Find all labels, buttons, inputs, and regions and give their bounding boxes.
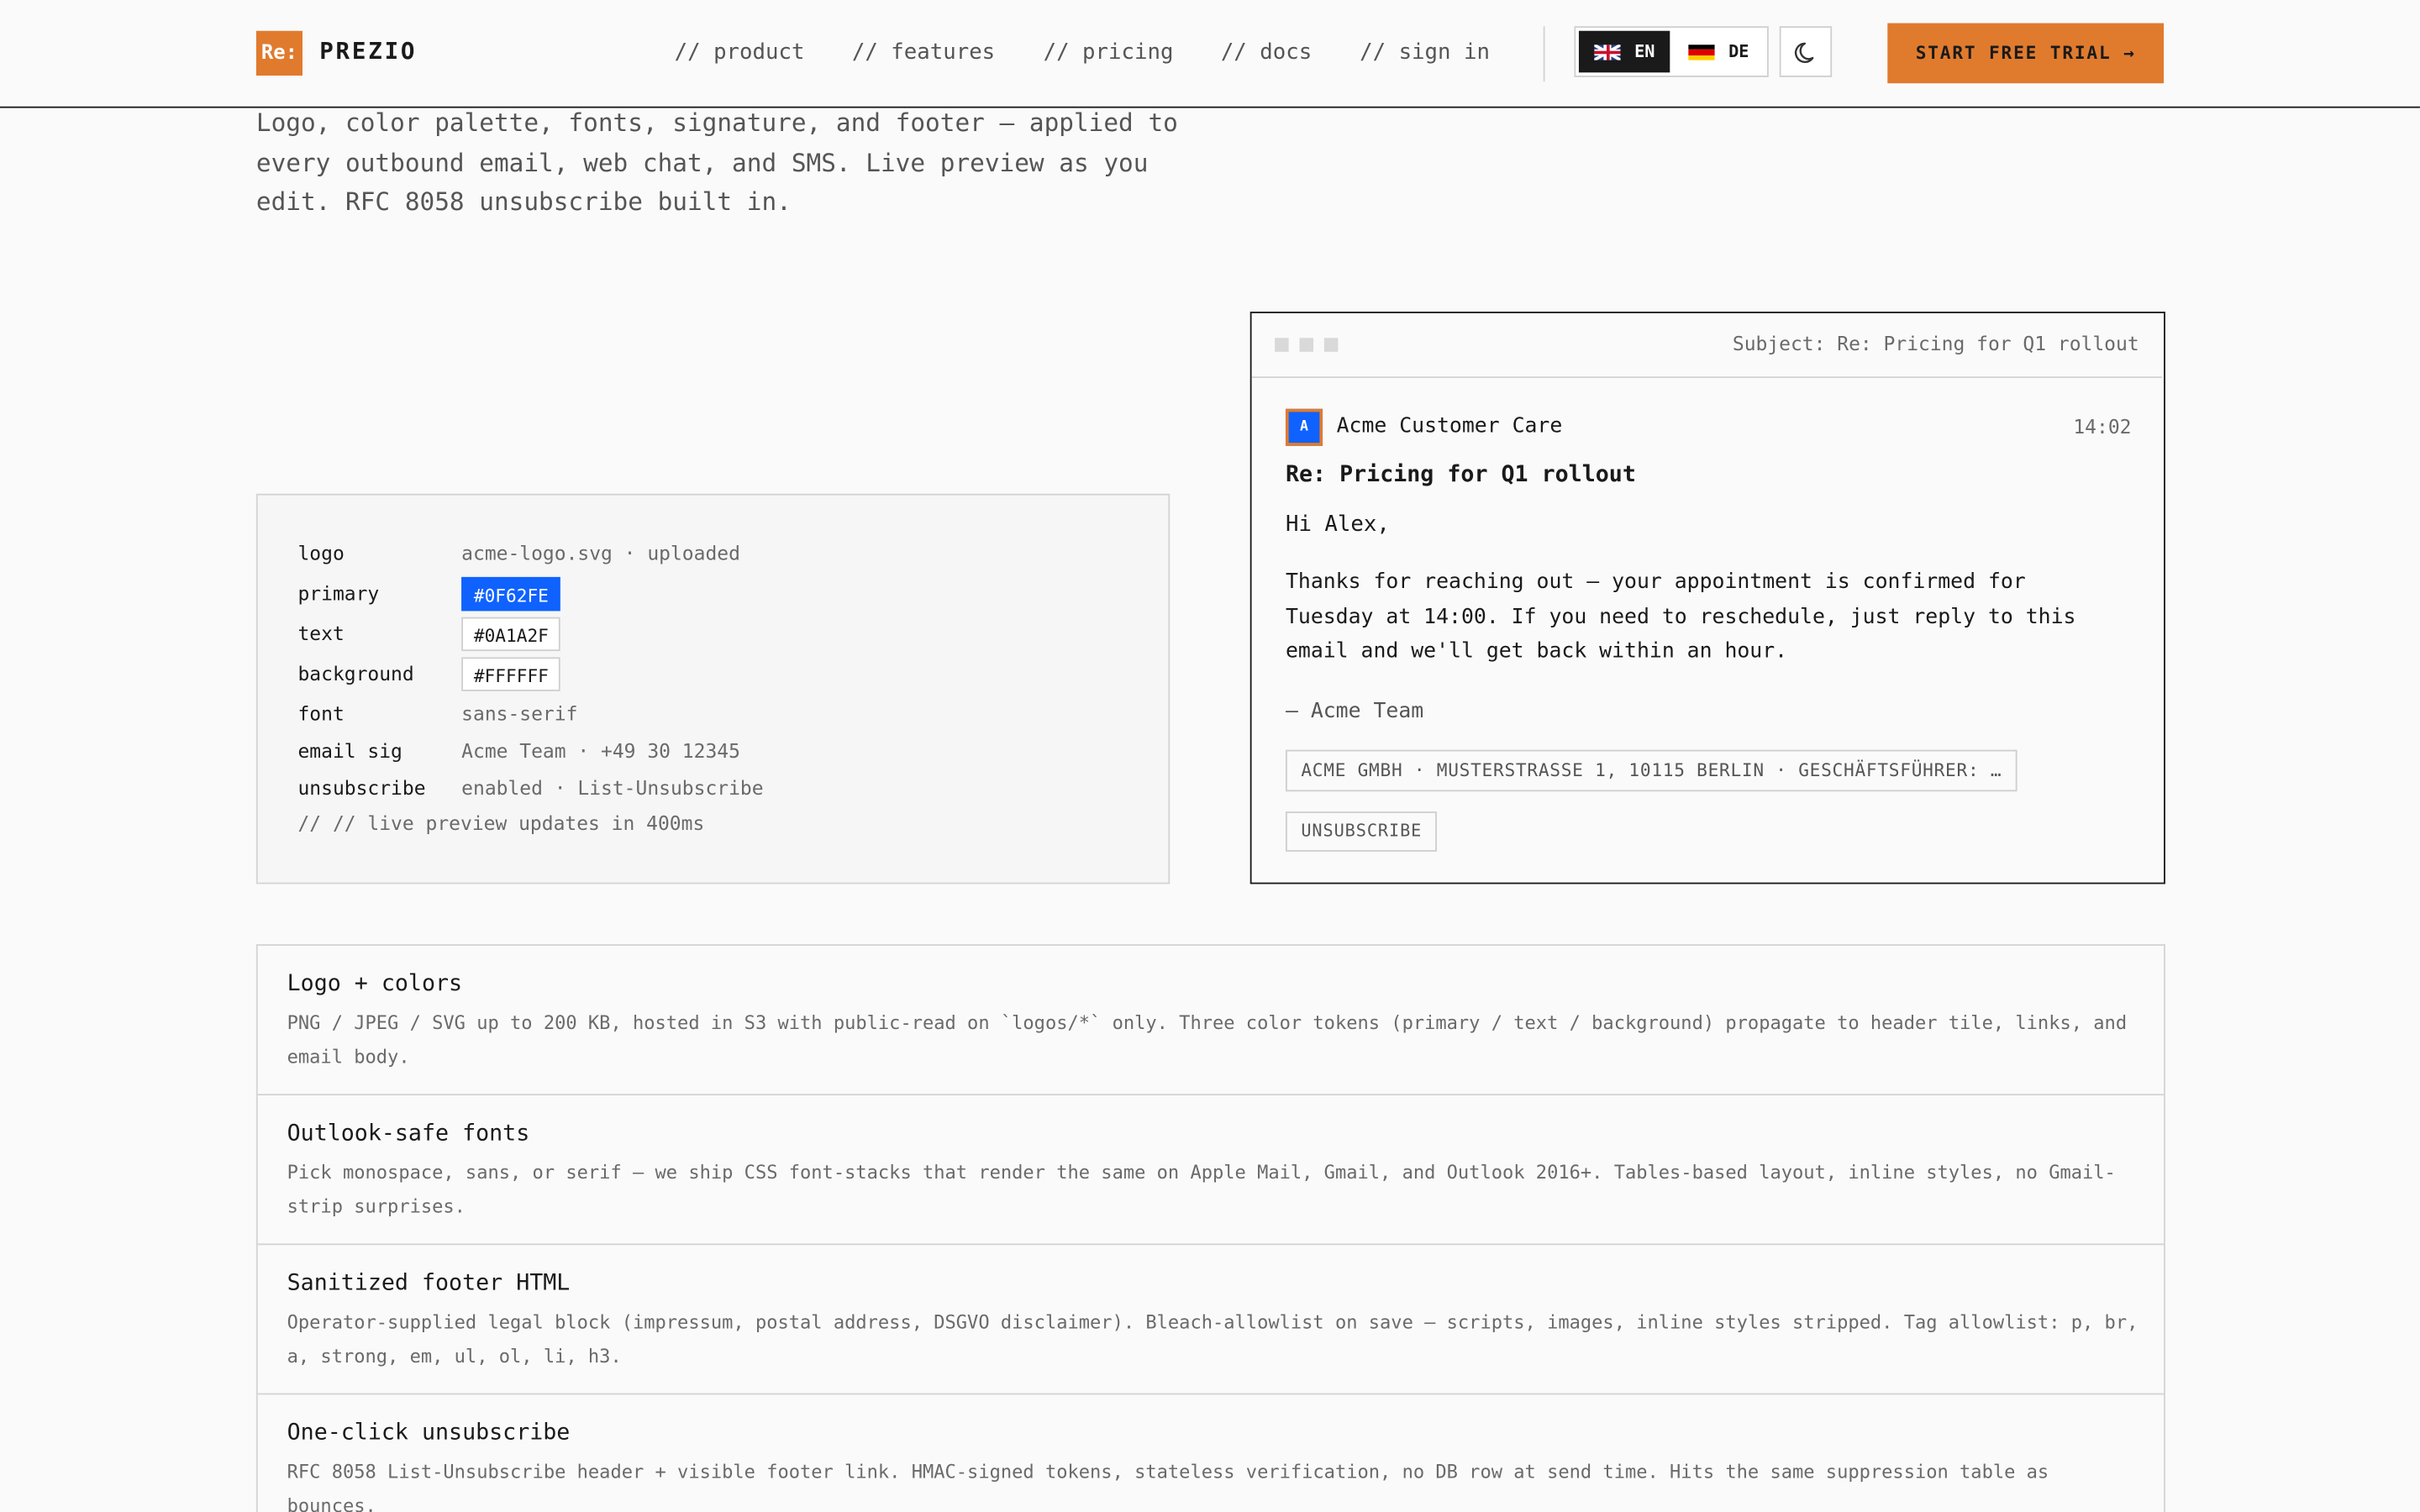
- language-code: EN: [1634, 41, 1655, 62]
- config-key: email sig: [297, 738, 402, 763]
- primary-color-swatch[interactable]: #0F62FE: [461, 576, 561, 612]
- feature-title: One-click unsubscribe: [287, 1420, 571, 1446]
- message-time: 14:02: [2073, 415, 2132, 438]
- config-key: unsubscribe: [297, 775, 426, 800]
- feature-item-unsubscribe: One-click unsubscribe RFC 8058 List-Unsu…: [258, 1394, 2164, 1512]
- nav-link-docs[interactable]: // docs: [1221, 40, 1312, 65]
- hero-description: Logo, color palette, fonts, signature, a…: [255, 108, 1178, 217]
- feature-title: Sanitized footer HTML: [287, 1271, 571, 1296]
- logo-file-value[interactable]: acme-logo.svg · uploaded: [461, 538, 740, 570]
- logo-badge[interactable]: Re:: [255, 30, 302, 76]
- brand-config-panel: logo acme-logo.svg · uploaded primary #0…: [255, 493, 1171, 885]
- language-de-button[interactable]: DE: [1676, 31, 1766, 73]
- theme-toggle-button[interactable]: [1779, 26, 1833, 77]
- nav-link-product[interactable]: // product: [675, 40, 805, 65]
- feature-item-logo-colors: Logo + colors PNG / JPEG / SVG up to 200…: [257, 946, 2165, 1096]
- feature-list: Logo + colors PNG / JPEG / SVG up to 200…: [255, 944, 2165, 1512]
- page: Re: PREZIO // product // features // pri…: [0, 0, 2420, 1512]
- window-dot: [1323, 338, 1339, 352]
- live-preview-note: // // live preview updates in 400ms: [297, 811, 705, 835]
- nav-divider: [1543, 26, 1545, 82]
- sender-avatar: A: [1285, 408, 1323, 446]
- unsubscribe-value[interactable]: enabled · List-Unsubscribe: [461, 773, 763, 804]
- window-dot: [1299, 338, 1314, 352]
- config-key: primary: [297, 581, 380, 605]
- uk-flag-icon: [1594, 45, 1621, 60]
- nav-link-features[interactable]: // features: [852, 40, 995, 65]
- feature-description: RFC 8058 List-Unsubscribe header + visib…: [287, 1461, 2049, 1512]
- message-body: Thanks for reaching out — your appointme…: [1285, 569, 2076, 664]
- nav-link-pricing[interactable]: // pricing: [1044, 40, 1174, 65]
- legal-footer: ACME GMBH · MUSTERSTRASSE 1, 10115 BERLI…: [1285, 749, 2018, 792]
- germany-flag-icon: [1688, 45, 1715, 60]
- top-nav: Re: PREZIO // product // features // pri…: [0, 0, 2420, 108]
- feature-title: Outlook-safe fonts: [287, 1121, 530, 1147]
- config-key: text: [297, 622, 345, 645]
- text-color-swatch[interactable]: #0A1A2F: [461, 617, 561, 652]
- email-sig-value[interactable]: Acme Team · +49 30 12345: [461, 736, 740, 767]
- moon-icon: [1794, 42, 1814, 64]
- language-code: DE: [1728, 41, 1749, 62]
- feature-item-outlook-fonts: Outlook-safe fonts Pick monospace, sans,…: [257, 1095, 2165, 1246]
- nav-link-sign-in[interactable]: // sign in: [1360, 40, 1490, 65]
- window-dot: [1275, 338, 1289, 352]
- feature-item-footer-html: Sanitized footer HTML Operator-supplied …: [257, 1245, 2165, 1395]
- config-key: logo: [297, 541, 345, 565]
- brand-name[interactable]: PREZIO: [319, 37, 417, 65]
- config-key: font: [297, 701, 345, 726]
- message-signoff: — Acme Team: [1285, 699, 1424, 724]
- feature-title: Logo + colors: [287, 972, 463, 997]
- sender-name: Acme Customer Care: [1336, 413, 1563, 438]
- preview-header: Subject: Re: Pricing for Q1 rollout: [1251, 313, 2163, 378]
- language-switcher: EN DE: [1574, 26, 1769, 77]
- feature-description: Pick monospace, sans, or serif — we ship…: [287, 1162, 2116, 1218]
- message-greeting: Hi Alex,: [1285, 512, 1390, 538]
- font-value[interactable]: sans-serif: [461, 699, 577, 730]
- email-preview-window: Subject: Re: Pricing for Q1 rollout A Ac…: [1249, 312, 2165, 885]
- feature-description: PNG / JPEG / SVG up to 200 KB, hosted in…: [287, 1011, 2128, 1068]
- unsubscribe-link[interactable]: UNSUBSCRIBE: [1285, 811, 1438, 852]
- feature-description: Operator-supplied legal block (impressum…: [287, 1311, 2139, 1368]
- message-title: Re: Pricing for Q1 rollout: [1285, 463, 1636, 488]
- preview-subject: Subject: Re: Pricing for Q1 rollout: [1732, 331, 2139, 355]
- config-key: background: [297, 661, 414, 685]
- language-en-button[interactable]: EN: [1578, 30, 1670, 73]
- background-color-swatch[interactable]: #FFFFFF: [461, 657, 561, 691]
- start-free-trial-button[interactable]: START FREE TRIAL →: [1887, 23, 2165, 84]
